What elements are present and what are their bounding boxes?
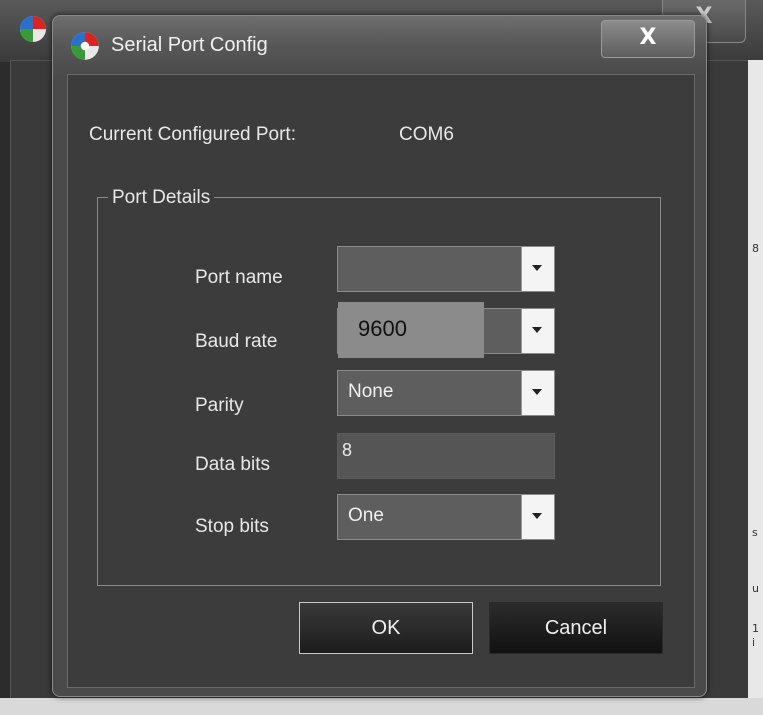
edge-glyph: u (752, 582, 759, 595)
stop-bits-combo[interactable]: One (337, 494, 555, 540)
app-logo-icon (20, 16, 46, 42)
ok-button[interactable]: OK (299, 602, 473, 654)
port-name-combo[interactable] (337, 246, 555, 292)
chevron-down-icon (532, 265, 542, 271)
parity-value: None (348, 381, 394, 402)
cancel-button[interactable]: Cancel (489, 602, 663, 654)
baud-rate-value: 9600 (358, 316, 407, 341)
parity-label: Parity (195, 395, 244, 416)
serial-port-config-dialog: Serial Port Config X Current Configured … (52, 15, 707, 697)
data-bits-value: 8 (342, 440, 353, 460)
chevron-down-icon (532, 389, 542, 395)
stop-bits-label: Stop bits (195, 516, 269, 537)
app-logo-icon (71, 32, 99, 60)
stop-bits-value: One (348, 505, 384, 526)
port-name-dropdown-button[interactable] (521, 247, 554, 291)
edge-glyph: s (752, 526, 758, 539)
parity-dropdown-button[interactable] (521, 371, 554, 415)
current-port-label: Current Configured Port: (89, 124, 296, 145)
port-name-label: Port name (195, 267, 283, 288)
chevron-down-icon (532, 513, 542, 519)
baud-rate-value-box: 9600 (338, 302, 484, 358)
dialog-close-button[interactable]: X (601, 20, 695, 58)
edge-glyph: i (752, 636, 756, 649)
background-right-edge: 8 s u 1 i (748, 60, 763, 715)
data-bits-label: Data bits (195, 454, 270, 475)
baud-rate-label: Baud rate (195, 331, 278, 352)
edge-glyph: 8 (752, 242, 759, 255)
dialog-title: Serial Port Config (111, 34, 268, 56)
stop-bits-dropdown-button[interactable] (521, 495, 554, 539)
current-port-value: COM6 (399, 124, 454, 145)
edge-glyph: 1 (752, 622, 759, 635)
port-details-group-label: Port Details (108, 187, 215, 209)
chevron-down-icon (532, 327, 542, 333)
parity-combo[interactable]: None (337, 370, 555, 416)
background-bottom-edge (0, 698, 763, 715)
baud-rate-dropdown-button[interactable] (521, 309, 554, 353)
data-bits-input[interactable]: 8 (337, 433, 555, 479)
